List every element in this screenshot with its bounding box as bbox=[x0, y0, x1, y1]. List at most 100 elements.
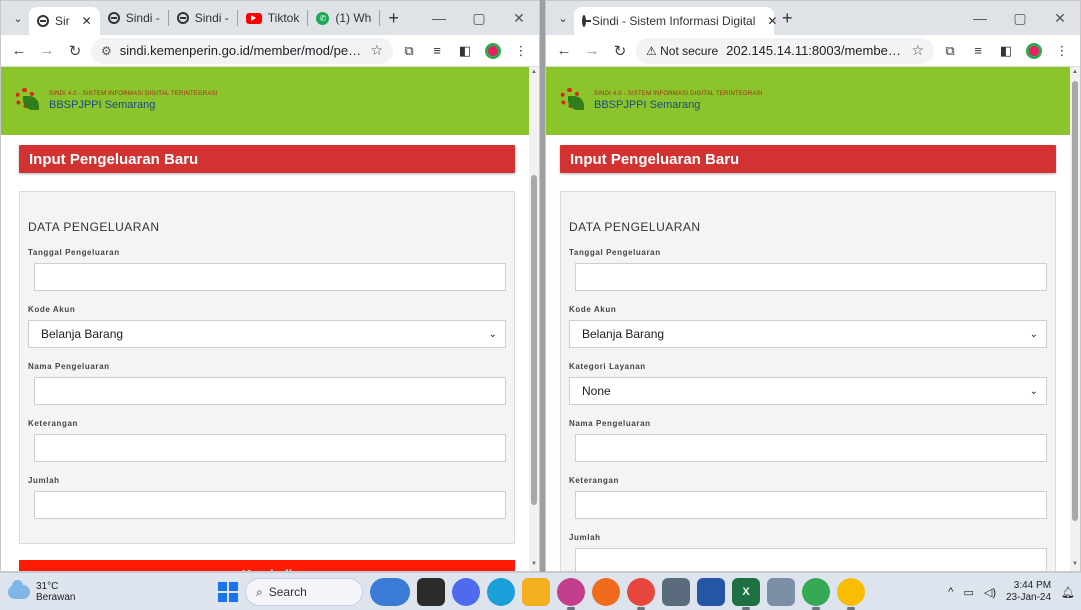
scroll-down-icon[interactable]: ▼ bbox=[1071, 561, 1079, 569]
site-header: SINDI 4.0 - SISTEM INFORMASI DIGITAL TER… bbox=[1, 67, 539, 135]
close-icon[interactable]: ✕ bbox=[82, 14, 92, 28]
tab-sindi[interactable]: Sindi - Sistem Informasi Digital ✕ bbox=[574, 7, 777, 35]
side-panel-icon[interactable]: ◧ bbox=[994, 39, 1018, 63]
tab-search-button[interactable]: ⌄ bbox=[7, 7, 29, 29]
page-scrollbar[interactable]: ▲ ▼ bbox=[1070, 67, 1080, 571]
jumlah-input[interactable] bbox=[34, 491, 506, 519]
page-viewport: SINDI 4.0 - SISTEM INFORMASI DIGITAL TER… bbox=[546, 67, 1080, 571]
close-window-icon[interactable]: ✕ bbox=[1040, 10, 1080, 27]
edge-browser-icon[interactable] bbox=[487, 578, 515, 606]
forward-arrow-icon[interactable]: → bbox=[580, 39, 604, 63]
address-bar[interactable]: ⚙ sindi.kemenperin.go.id/member/mod/pen.… bbox=[91, 37, 393, 64]
nama-input[interactable] bbox=[575, 434, 1047, 462]
kode-akun-value: Belanja Barang bbox=[582, 327, 665, 341]
back-arrow-icon[interactable]: ← bbox=[552, 39, 576, 63]
teams-chat-icon[interactable] bbox=[452, 578, 480, 606]
kembali-button[interactable]: Kembali bbox=[19, 560, 515, 571]
jumlah-input[interactable] bbox=[575, 548, 1047, 571]
notification-bell-icon[interactable]: 🔔︎ bbox=[1061, 586, 1075, 599]
scroll-down-icon[interactable]: ▼ bbox=[530, 561, 538, 569]
app-icon-orange[interactable] bbox=[592, 578, 620, 606]
calculator-icon[interactable] bbox=[662, 578, 690, 606]
site-tagline: SINDI 4.0 - SISTEM INFORMASI DIGITAL TER… bbox=[49, 91, 218, 97]
app-icon-pink[interactable] bbox=[557, 578, 585, 610]
page-title: Input Pengeluaran Baru bbox=[19, 145, 515, 173]
task-view-icon[interactable] bbox=[417, 578, 445, 606]
nama-label: Nama Pengeluaran bbox=[569, 419, 651, 428]
back-arrow-icon[interactable]: ← bbox=[7, 39, 31, 63]
form-content: Input Pengeluaran Baru DATA PENGELUARAN … bbox=[560, 145, 1056, 571]
tanggal-input[interactable] bbox=[575, 263, 1047, 291]
not-secure-indicator[interactable]: ⚠ Not secure bbox=[646, 44, 718, 58]
reload-icon[interactable]: ↻ bbox=[608, 39, 632, 63]
side-panel-icon[interactable]: ◧ bbox=[453, 39, 477, 63]
network-icon[interactable]: ▭ bbox=[963, 586, 973, 599]
chrome-icon[interactable] bbox=[802, 578, 830, 610]
scroll-up-icon[interactable]: ▲ bbox=[530, 69, 538, 77]
opera-browser-icon[interactable] bbox=[627, 578, 655, 610]
minimize-icon[interactable]: — bbox=[419, 10, 459, 26]
maximize-icon[interactable]: ▢ bbox=[459, 10, 499, 27]
nama-input[interactable] bbox=[34, 377, 506, 405]
kategori-select[interactable]: None ⌄ bbox=[569, 377, 1047, 405]
scroll-thumb[interactable] bbox=[1072, 81, 1078, 521]
site-org-name: BBSPJPPI Semarang bbox=[594, 99, 701, 111]
file-explorer-icon[interactable] bbox=[522, 578, 550, 606]
sindi-logo-icon bbox=[560, 88, 586, 114]
app-icon-blue[interactable] bbox=[697, 578, 725, 606]
new-tab-button[interactable]: + bbox=[380, 8, 407, 29]
site-settings-icon[interactable]: ⚙ bbox=[101, 44, 112, 58]
scroll-up-icon[interactable]: ▲ bbox=[1071, 69, 1079, 77]
volume-icon[interactable]: ◁) bbox=[984, 586, 996, 599]
minimize-icon[interactable]: — bbox=[960, 10, 1000, 26]
extensions-icon[interactable]: ⧉ bbox=[397, 39, 421, 63]
scroll-thumb[interactable] bbox=[531, 175, 537, 505]
menu-kebab-icon[interactable]: ⋮ bbox=[1050, 39, 1074, 63]
youtube-icon bbox=[245, 12, 262, 24]
close-icon[interactable]: ✕ bbox=[767, 14, 777, 28]
keterangan-input[interactable] bbox=[34, 434, 506, 462]
tab-sindi-2[interactable]: Sindi - bbox=[169, 4, 237, 32]
bookmark-star-icon[interactable]: ☆ bbox=[370, 42, 383, 59]
desktop: ⌄ Sir ✕ Sindi - Sindi - Tiktok ✆ (1) Wh … bbox=[0, 0, 1081, 610]
windows-start-icon[interactable] bbox=[218, 582, 238, 602]
weather-widget[interactable]: 31°C Berawan bbox=[0, 579, 200, 603]
chevron-down-icon: ⌄ bbox=[488, 328, 497, 340]
clock[interactable]: 3:44 PM 23-Jan-24 bbox=[1006, 580, 1051, 604]
chevron-up-icon[interactable]: ^ bbox=[948, 586, 953, 598]
close-window-icon[interactable]: ✕ bbox=[499, 10, 539, 27]
tab-label: (1) Wh bbox=[335, 11, 372, 25]
tab-tiktok[interactable]: Tiktok bbox=[238, 4, 308, 32]
keterangan-input[interactable] bbox=[575, 491, 1047, 519]
chrome-profile-icon[interactable] bbox=[837, 578, 865, 610]
reload-icon[interactable]: ↻ bbox=[63, 39, 87, 63]
tab-search-button[interactable]: ⌄ bbox=[552, 7, 574, 29]
forward-arrow-icon[interactable]: → bbox=[35, 39, 59, 63]
bookmark-star-icon[interactable]: ☆ bbox=[911, 42, 924, 59]
address-bar[interactable]: ⚠ Not secure 202.145.14.11:8003/member/m… bbox=[636, 37, 934, 64]
globe-icon bbox=[582, 15, 591, 27]
extensions-icon[interactable]: ⧉ bbox=[938, 39, 962, 63]
jumlah-label: Jumlah bbox=[28, 476, 60, 485]
tab-label: Tiktok bbox=[267, 11, 300, 25]
profile-icon[interactable] bbox=[481, 39, 505, 63]
taskbar-apps: ⌕ Search X bbox=[218, 573, 865, 610]
excel-icon[interactable]: X bbox=[732, 578, 760, 610]
kode-akun-select[interactable]: Belanja Barang ⌄ bbox=[569, 320, 1047, 348]
profile-icon[interactable] bbox=[1022, 39, 1046, 63]
new-tab-button[interactable]: + bbox=[774, 8, 801, 29]
tab-sindi-1[interactable]: Sindi - bbox=[100, 4, 168, 32]
taskbar-search[interactable]: ⌕ Search bbox=[245, 578, 363, 606]
menu-kebab-icon[interactable]: ⋮ bbox=[509, 39, 533, 63]
page-scrollbar[interactable]: ▲ ▼ bbox=[529, 67, 539, 571]
reading-list-icon[interactable]: ≡ bbox=[425, 39, 449, 63]
maximize-icon[interactable]: ▢ bbox=[1000, 10, 1040, 27]
reading-list-icon[interactable]: ≡ bbox=[966, 39, 990, 63]
tanggal-input[interactable] bbox=[34, 263, 506, 291]
tab-whatsapp[interactable]: ✆ (1) Wh bbox=[308, 4, 379, 32]
kode-akun-select[interactable]: Belanja Barang ⌄ bbox=[28, 320, 506, 348]
tab-sir[interactable]: Sir ✕ bbox=[29, 7, 100, 35]
snipping-tool-icon[interactable] bbox=[767, 578, 795, 606]
widget-app-icon[interactable] bbox=[370, 578, 410, 606]
clock-date: 23-Jan-24 bbox=[1006, 592, 1052, 603]
